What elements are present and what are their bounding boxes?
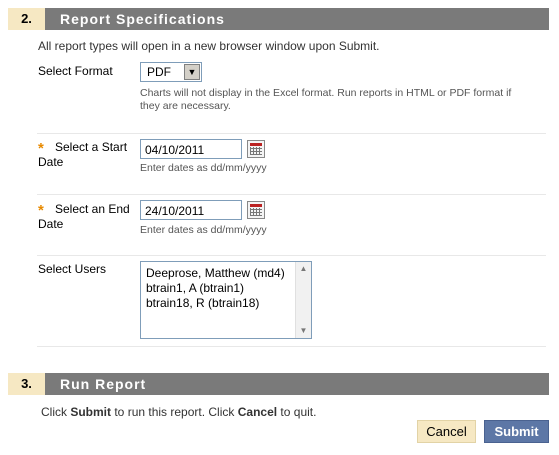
format-hint-line2: they are necessary. — [140, 100, 231, 112]
select-users-label: Select Users — [38, 262, 107, 276]
format-select[interactable]: PDF ▼ — [140, 62, 202, 82]
list-item[interactable]: btrain18, R (btrain18) — [146, 296, 259, 310]
end-date-hint: Enter dates as dd/mm/yyyy — [140, 224, 267, 236]
scrollbar[interactable]: ▲ ▼ — [295, 262, 311, 338]
scroll-up-icon[interactable]: ▲ — [296, 262, 311, 276]
divider — [37, 194, 546, 195]
users-listbox[interactable]: Deeprose, Matthew (md4) btrain1, A (btra… — [140, 261, 312, 339]
instruction-cancel-word: Cancel — [237, 405, 278, 419]
instruction-text: to quit. — [277, 405, 317, 419]
required-star-icon: * — [38, 202, 44, 219]
list-item[interactable]: Deeprose, Matthew (md4) — [146, 266, 285, 280]
end-date-input[interactable]: 24/10/2011 — [140, 200, 242, 220]
select-format-label: Select Format — [38, 64, 113, 78]
list-item[interactable]: btrain1, A (btrain1) — [146, 281, 244, 295]
run-report-instruction: Click Submit to run this report. Click C… — [41, 405, 316, 419]
end-date-label-line2: Date — [38, 217, 64, 231]
instruction-text: to run this report. Click — [111, 405, 238, 419]
format-hint-line1: Charts will not display in the Excel for… — [140, 87, 512, 99]
calendar-icon[interactable] — [247, 140, 265, 158]
submit-button[interactable]: Submit — [484, 420, 549, 443]
instruction-text: Click — [41, 405, 71, 419]
step-number: 2. — [8, 8, 45, 30]
start-date-hint: Enter dates as dd/mm/yyyy — [140, 162, 267, 174]
scroll-down-icon[interactable]: ▼ — [296, 324, 311, 338]
start-date-label-line2: Date — [38, 155, 64, 169]
report-instruction: All report types will open in a new brow… — [38, 39, 380, 53]
instruction-submit-word: Submit — [70, 405, 112, 419]
start-date-label-line1: Select a Start — [55, 140, 128, 154]
step-number: 3. — [8, 373, 45, 395]
section-title: Report Specifications — [60, 11, 225, 27]
end-date-label-line1: Select an End — [55, 202, 130, 216]
calendar-icon[interactable] — [247, 201, 265, 219]
chevron-down-icon[interactable]: ▼ — [184, 64, 200, 80]
cancel-button[interactable]: Cancel — [417, 420, 476, 443]
section-title: Run Report — [60, 376, 147, 392]
section-header-report-specifications: 2. Report Specifications — [8, 8, 549, 30]
start-date-input[interactable]: 04/10/2011 — [140, 139, 242, 159]
divider — [37, 346, 546, 347]
divider — [37, 255, 546, 256]
required-star-icon: * — [38, 140, 44, 157]
divider — [37, 133, 546, 134]
format-select-value: PDF — [147, 65, 171, 79]
section-header-run-report: 3. Run Report — [8, 373, 549, 395]
